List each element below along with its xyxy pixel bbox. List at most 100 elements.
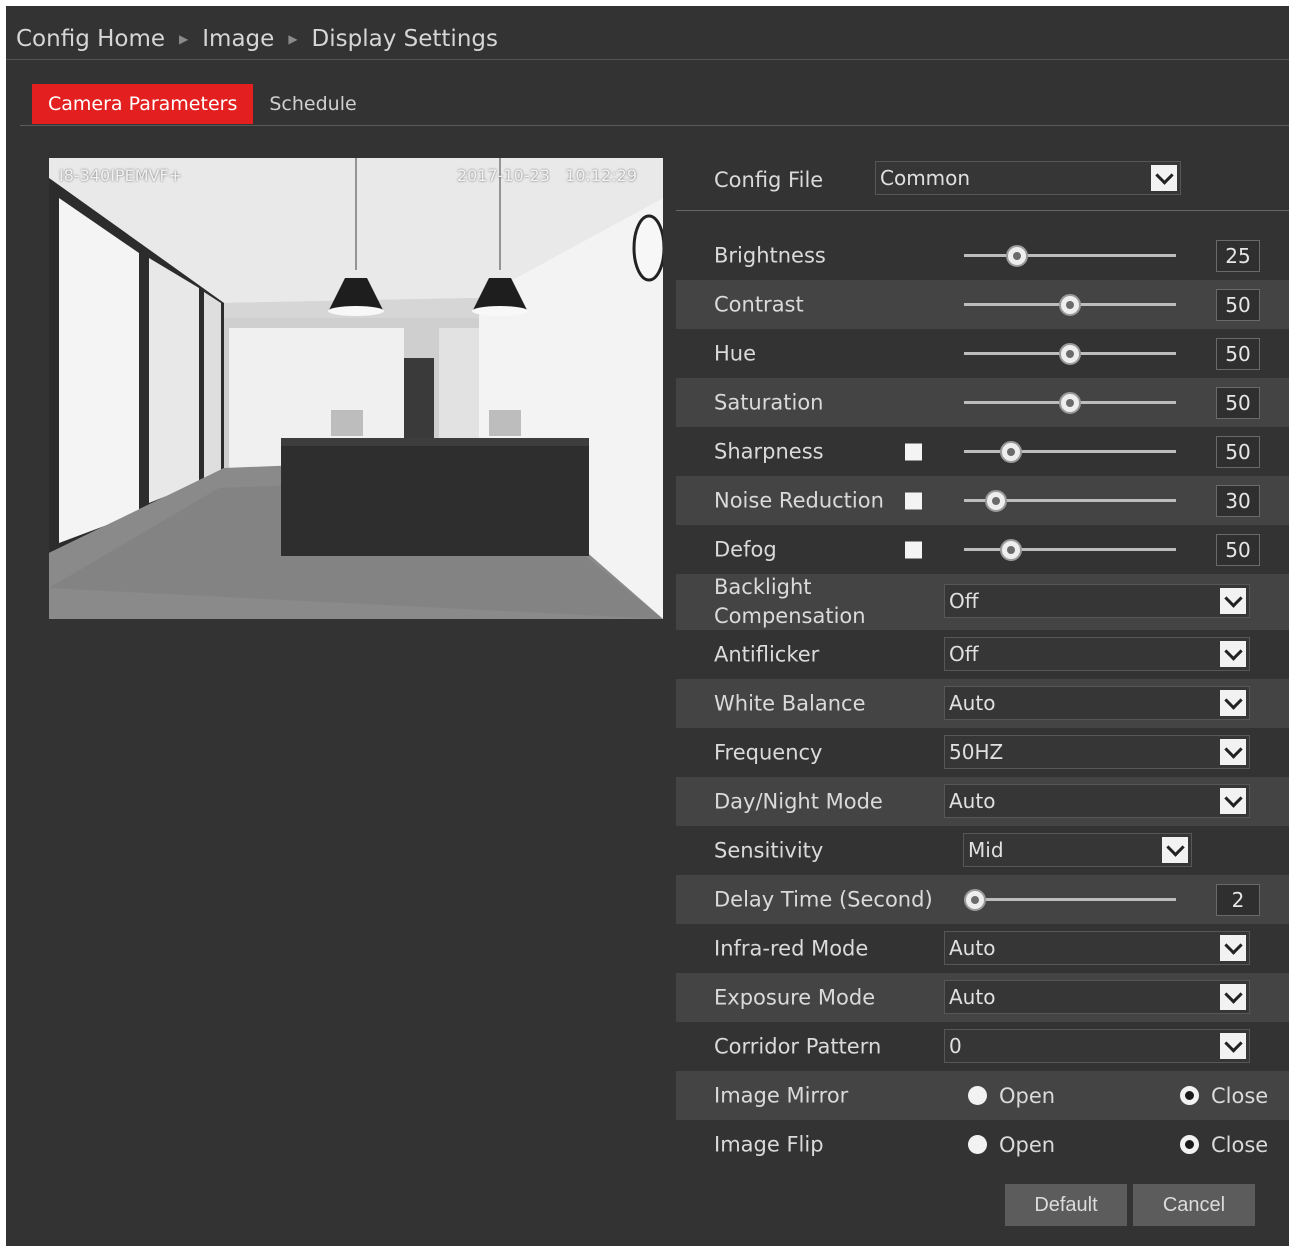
sharpness-label: Sharpness (714, 439, 824, 463)
chevron-down-icon (1151, 165, 1177, 191)
sharpness-value[interactable]: 50 (1216, 435, 1260, 468)
defog-row: Defog 50 (676, 525, 1289, 574)
day-night-mode-select[interactable]: Auto (944, 784, 1250, 818)
sensitivity-row: Sensitivity Mid (676, 826, 1289, 875)
saturation-slider[interactable] (964, 391, 1176, 415)
chevron-down-icon (1162, 837, 1188, 863)
exposure-mode-select[interactable]: Auto (944, 980, 1250, 1014)
brightness-value[interactable]: 25 (1216, 239, 1260, 272)
image-mirror-label: Image Mirror (714, 1083, 849, 1107)
tab-schedule[interactable]: Schedule (253, 84, 372, 124)
tab-camera-parameters[interactable]: Camera Parameters (32, 84, 254, 124)
corridor-pattern-select[interactable]: 0 (944, 1029, 1250, 1063)
corridor-pattern-row: Corridor Pattern 0 (676, 1022, 1289, 1071)
radio-unchecked-icon (968, 1086, 987, 1105)
antiflicker-row: Antiflicker Off (676, 630, 1289, 679)
defog-checkbox[interactable] (905, 541, 922, 558)
defog-slider[interactable] (964, 538, 1176, 562)
white-balance-select[interactable]: Auto (944, 686, 1250, 720)
exposure-mode-row: Exposure Mode Auto (676, 973, 1289, 1022)
contrast-slider[interactable] (964, 293, 1176, 317)
slider-thumb[interactable] (1006, 244, 1028, 267)
breadcrumb-separator-icon: ▶ (288, 32, 298, 46)
backlight-compensation-select[interactable]: Off (944, 584, 1250, 618)
frequency-value: 50HZ (949, 740, 1004, 764)
slider-track (964, 449, 1176, 453)
image-mirror-open-label: Open (999, 1083, 1056, 1108)
camera-name-overlay: I8-340IPEMVF+ (59, 166, 183, 185)
defog-value[interactable]: 50 (1216, 533, 1260, 566)
chevron-down-icon (1220, 690, 1246, 716)
delay-time-label: Delay Time (Second) (714, 887, 933, 911)
delay-time-value[interactable]: 2 (1216, 883, 1260, 916)
infra-red-mode-row: Infra-red Mode Auto (676, 924, 1289, 973)
noise-reduction-checkbox[interactable] (905, 492, 922, 509)
chevron-down-icon (1220, 588, 1246, 614)
config-file-label: Config File (714, 168, 824, 192)
sensitivity-label: Sensitivity (714, 838, 824, 862)
slider-thumb[interactable] (984, 489, 1007, 512)
hue-value[interactable]: 50 (1216, 337, 1260, 370)
noise-reduction-value[interactable]: 30 (1216, 484, 1260, 517)
slider-thumb[interactable] (1059, 342, 1081, 365)
radio-checked-icon (1180, 1135, 1199, 1154)
chevron-down-icon (1220, 1033, 1246, 1059)
chevron-down-icon (1220, 984, 1246, 1010)
cancel-button[interactable]: Cancel (1133, 1184, 1255, 1226)
noise-reduction-slider[interactable] (964, 489, 1176, 513)
image-flip-row: Image Flip Open Close (676, 1120, 1289, 1169)
chevron-down-icon (1220, 788, 1246, 814)
sensitivity-select[interactable]: Mid (963, 833, 1192, 867)
infra-red-mode-value: Auto (949, 936, 996, 960)
delay-time-slider[interactable] (963, 888, 1176, 912)
slider-track (964, 253, 1176, 257)
hue-label: Hue (714, 341, 757, 365)
default-button[interactable]: Default (1005, 1184, 1127, 1226)
display-settings-window: Config Home ▶ Image ▶ Display Settings C… (6, 6, 1289, 1246)
breadcrumb-config-home[interactable]: Config Home (16, 26, 165, 52)
frequency-row: Frequency 50HZ (676, 728, 1289, 777)
image-flip-open-radio[interactable]: Open (968, 1133, 1055, 1157)
slider-thumb[interactable] (1059, 391, 1081, 414)
hue-slider[interactable] (964, 342, 1176, 366)
sharpness-slider[interactable] (964, 440, 1176, 464)
corridor-pattern-label: Corridor Pattern (714, 1034, 882, 1058)
time-overlay: 10:12:29 (565, 166, 637, 185)
chevron-down-icon (1220, 935, 1246, 961)
sharpness-checkbox[interactable] (905, 443, 922, 460)
delay-time-row: Delay Time (Second) 2 (676, 875, 1289, 924)
brightness-slider[interactable] (964, 244, 1176, 268)
divider (676, 210, 1289, 211)
image-mirror-row: Image Mirror Open Close (676, 1071, 1289, 1120)
config-file-row: Config File Common (676, 158, 1289, 210)
saturation-value[interactable]: 50 (1216, 386, 1260, 419)
contrast-value[interactable]: 50 (1216, 288, 1260, 321)
image-mirror-close-radio[interactable]: Close (1180, 1084, 1268, 1108)
backlight-compensation-value: Off (949, 589, 979, 613)
infra-red-mode-select[interactable]: Auto (944, 931, 1250, 965)
image-flip-close-radio[interactable]: Close (1180, 1133, 1268, 1157)
day-night-mode-value: Auto (949, 789, 996, 813)
sharpness-row: Sharpness 50 (676, 427, 1289, 476)
saturation-row: Saturation 50 (676, 378, 1289, 427)
sensitivity-value: Mid (968, 838, 1004, 862)
image-mirror-open-radio[interactable]: Open (968, 1084, 1055, 1108)
slider-thumb[interactable] (999, 440, 1022, 463)
divider (20, 125, 1289, 126)
config-file-select[interactable]: Common (875, 161, 1181, 195)
slider-thumb[interactable] (963, 888, 986, 911)
chevron-down-icon (1220, 739, 1246, 765)
breadcrumb-image[interactable]: Image (202, 26, 274, 52)
antiflicker-value: Off (949, 642, 979, 666)
slider-thumb[interactable] (1059, 293, 1081, 316)
white-balance-row: White Balance Auto (676, 679, 1289, 728)
chevron-down-icon (1220, 641, 1246, 667)
radio-checked-icon (1180, 1086, 1199, 1105)
brightness-label: Brightness (714, 243, 826, 267)
frequency-select[interactable]: 50HZ (944, 735, 1250, 769)
contrast-row: Contrast 50 (676, 280, 1289, 329)
image-mirror-close-label: Close (1211, 1083, 1269, 1108)
antiflicker-select[interactable]: Off (944, 637, 1250, 671)
backlight-compensation-label: Backlight Compensation (714, 575, 866, 628)
slider-thumb[interactable] (999, 538, 1022, 561)
